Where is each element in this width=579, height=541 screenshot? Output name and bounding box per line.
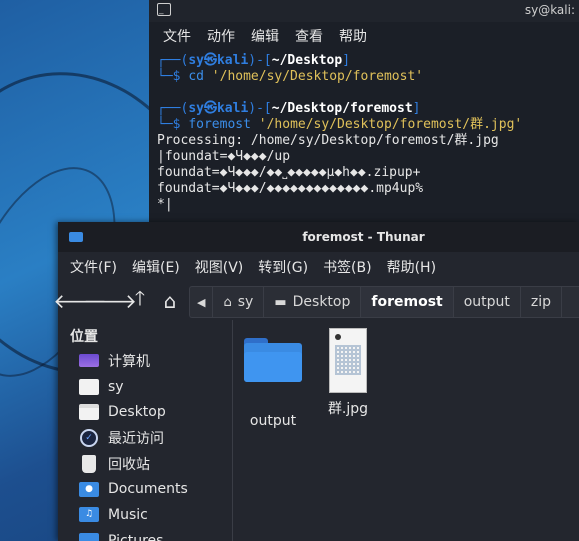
command: foremost	[188, 117, 251, 132]
prompt-dir: ~/Desktop	[271, 53, 343, 68]
menu-go[interactable]: 转到(G)	[258, 257, 308, 277]
home-icon[interactable]: ⌂	[156, 287, 184, 315]
folder-icon	[244, 338, 302, 382]
thunar-titlebar[interactable]: foremost - Thunar	[58, 222, 579, 252]
sidebar-item-computer[interactable]: 计算机	[58, 348, 232, 374]
output-line: Processing: /home/sy/Desktop/foremost/群.…	[157, 133, 499, 148]
up-arrow-icon[interactable]: 🡑	[126, 286, 154, 315]
desktop-icon: ▬	[274, 294, 287, 310]
documents-folder-icon: ●	[79, 481, 99, 497]
sidebar: 位置 计算机 sy Desktop ✓ 最近访问 回收站 ● Documents ♫…	[58, 320, 233, 541]
breadcrumb: ◀ ⌂ sy ▬ Desktop foremost output zip	[189, 286, 579, 318]
sidebar-item-trash[interactable]: 回收站	[58, 451, 232, 477]
terminal-menu-edit[interactable]: 编辑	[251, 26, 279, 46]
menu-help[interactable]: 帮助(H)	[387, 257, 436, 277]
breadcrumb-foremost[interactable]: foremost	[361, 287, 454, 317]
output-line: *|	[157, 197, 173, 212]
breadcrumb-zip[interactable]: zip	[521, 287, 563, 317]
terminal-menu-help[interactable]: 帮助	[339, 26, 367, 46]
sidebar-item-desktop[interactable]: Desktop	[58, 399, 232, 425]
output-line: foundat=◆Ч◆◆◆/◆◆˽◆◆◆◆◆µ◆h◆◆.zipup+	[157, 165, 421, 180]
command: cd	[188, 69, 204, 84]
prompt-user: sy㉿kali	[188, 101, 249, 116]
file-name: 群.jpg	[327, 401, 369, 417]
chevron-left-icon[interactable]: ◀	[190, 287, 214, 317]
terminal-menu-actions[interactable]: 动作	[207, 26, 235, 46]
pictures-folder-icon	[79, 533, 99, 541]
command-arg: '/home/sy/Desktop/foremost/群.jpg'	[250, 117, 523, 132]
thunar-window[interactable]: foremost - Thunar 文件(F) 编辑(E) 视图(V) 转到(G…	[53, 222, 579, 541]
thunar-title: foremost - Thunar	[302, 230, 425, 244]
file-name: output	[249, 413, 297, 429]
sidebar-item-recent[interactable]: ✓ 最近访问	[58, 425, 232, 451]
command-line: └─$ foremost '/home/sy/Desktop/foremost/…	[157, 117, 523, 132]
home-folder-icon	[79, 378, 99, 395]
output-line: foundat=◆Ч◆◆◆/◆◆◆◆◆◆◆◆◆◆◆◆◆.mp4up%	[157, 181, 424, 196]
breadcrumb-output[interactable]: output	[454, 287, 521, 317]
forward-arrow-icon[interactable]: 🡒	[83, 287, 137, 315]
menu-file[interactable]: 文件(F)	[70, 257, 117, 277]
sidebar-item-music[interactable]: ♫ Music	[58, 502, 232, 528]
output-line: |foundat=◆Ч◆◆◆/up	[157, 149, 291, 164]
sidebar-heading: 位置	[70, 329, 98, 345]
terminal-titlebar[interactable]: _ sy@kali:	[149, 0, 579, 22]
desktop-icon	[79, 404, 99, 421]
command-line: └─$ cd '/home/sy/Desktop/foremost'	[157, 69, 424, 84]
thunar-main: 位置 计算机 sy Desktop ✓ 最近访问 回收站 ● Documents ♫…	[58, 320, 579, 541]
sidebar-item-documents[interactable]: ● Documents	[58, 476, 232, 502]
thunar-menubar: 文件(F) 编辑(E) 视图(V) 转到(G) 书签(B) 帮助(H)	[58, 252, 579, 282]
file-view[interactable]: output 群.jpg	[233, 320, 579, 541]
sidebar-item-sy[interactable]: sy	[58, 374, 232, 400]
image-thumbnail	[329, 328, 367, 393]
file-item-output[interactable]: output	[233, 338, 313, 429]
recent-icon: ✓	[80, 428, 98, 447]
terminal-icon: _	[157, 3, 171, 16]
terminal-menubar: 文件 动作 编辑 查看 帮助	[149, 22, 579, 50]
terminal-menu-file[interactable]: 文件	[163, 26, 191, 46]
thunar-toolbar: 🡐 🡒 🡑 ⌂ ◀ ⌂ sy ▬ Desktop foremost output z…	[53, 282, 579, 320]
prompt-dir: ~/Desktop/foremost	[271, 101, 413, 116]
music-folder-icon: ♫	[79, 507, 99, 523]
breadcrumb-desktop[interactable]: ▬ Desktop	[264, 287, 362, 317]
terminal-output[interactable]: ┌──(sy㉿kali)-[~/Desktop] └─$ cd '/home/sy…	[149, 50, 579, 213]
menu-edit[interactable]: 编辑(E)	[132, 257, 180, 277]
prompt-line: ┌──(sy㉿kali)-[~/Desktop]	[157, 53, 351, 68]
menu-bookmarks[interactable]: 书签(B)	[323, 257, 372, 277]
computer-icon	[79, 354, 99, 368]
prompt-user: sy㉿kali	[188, 53, 249, 68]
sidebar-item-pictures[interactable]: Pictures	[58, 528, 232, 541]
terminal-title: sy@kali:	[524, 3, 575, 17]
breadcrumb-sy[interactable]: ⌂ sy	[213, 287, 265, 317]
home-icon: ⌂	[223, 294, 232, 310]
trash-icon	[82, 454, 96, 473]
terminal-window[interactable]: _ sy@kali: 文件 动作 编辑 查看 帮助 ┌──(sy㉿kali)-[…	[149, 0, 579, 232]
prompt-line: ┌──(sy㉿kali)-[~/Desktop/foremost]	[157, 101, 421, 116]
menu-view[interactable]: 视图(V)	[195, 257, 244, 277]
file-item-image[interactable]: 群.jpg	[308, 328, 388, 418]
terminal-menu-view[interactable]: 查看	[295, 26, 323, 46]
command-arg: '/home/sy/Desktop/foremost'	[203, 69, 424, 84]
